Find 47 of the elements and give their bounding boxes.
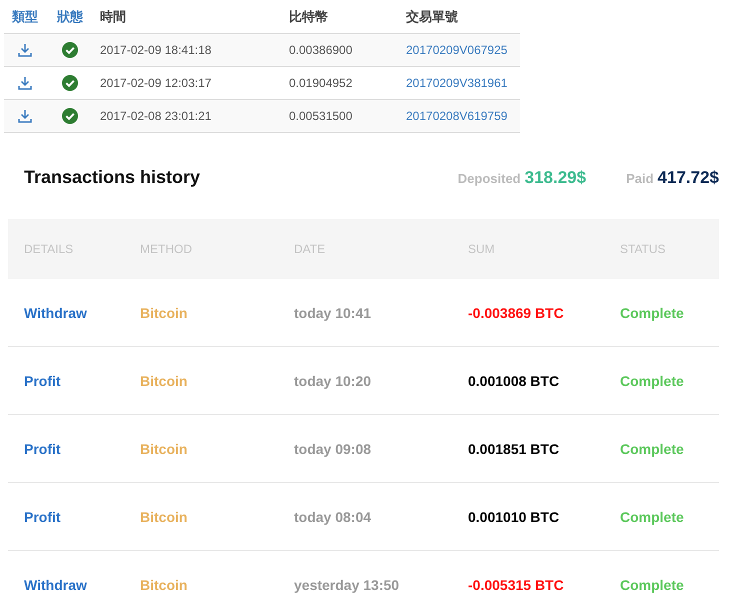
deposited-label: Deposited — [458, 170, 521, 186]
sum-cell-text: 0.001008 BTC — [468, 372, 560, 388]
method-cell-text: Bitcoin — [140, 508, 188, 524]
amount-cell-text: 0.00386900 — [288, 43, 354, 57]
column-header: 比特幣 — [288, 8, 328, 26]
time-cell-text: 2017-02-09 12:03:17 — [99, 76, 212, 90]
sum-cell-text: -0.005315 BTC — [468, 576, 565, 592]
details-cell-text: Withdraw — [24, 576, 88, 592]
deposited-amount: 318.29$ — [524, 168, 586, 188]
details-cell-text: Profit — [24, 372, 62, 388]
column-header: 時間 — [99, 8, 126, 26]
column-header: 類型 — [12, 8, 38, 26]
details-cell-text: Profit — [24, 440, 62, 456]
order-id-link[interactable]: 20170209V381961 — [400, 76, 520, 90]
sum-cell-text: -0.003869 BTC — [468, 304, 565, 320]
sum-cell-text: 0.001010 BTC — [468, 508, 560, 524]
method-cell-text: Bitcoin — [140, 304, 188, 320]
status-cell-text: Complete — [620, 440, 685, 456]
column-header: 交易單號 — [405, 8, 458, 26]
amount-cell-text: 0.01904952 — [288, 76, 354, 90]
date-cell-text: today 10:41 — [294, 304, 372, 320]
download-icon[interactable] — [17, 75, 33, 91]
date-cell-text: yesterday 13:50 — [294, 576, 400, 592]
time-cell-text: 2017-02-09 18:41:18 — [99, 43, 212, 57]
download-icon[interactable] — [17, 42, 33, 58]
status-cell-text: Complete — [620, 576, 685, 592]
paid-label: Paid — [626, 170, 654, 186]
paid-amount: 417.72$ — [658, 168, 719, 188]
sum-cell-text: 0.001851 BTC — [468, 440, 560, 456]
details-cell-text: Profit — [24, 508, 62, 524]
amount-cell-text: 0.00531500 — [288, 109, 354, 123]
date-cell-text: today 09:08 — [294, 440, 372, 456]
method-cell-text: Bitcoin — [140, 440, 188, 456]
details-cell-text: Withdraw — [24, 304, 88, 320]
date-cell-text: today 10:20 — [294, 372, 372, 388]
status-cell-text: Complete — [620, 508, 685, 524]
section-title: Transactions history — [24, 167, 202, 188]
method-cell-text: Bitcoin — [140, 372, 188, 388]
order-id-link[interactable]: 20170208V619759 — [400, 109, 520, 123]
download-icon[interactable] — [17, 108, 33, 124]
time-cell-text: 2017-02-08 23:01:21 — [99, 109, 212, 123]
column-header: 狀態 — [57, 8, 83, 26]
order-id-link[interactable]: 20170209V067925 — [400, 43, 520, 57]
status-cell-text: Complete — [620, 372, 685, 388]
method-cell-text: Bitcoin — [140, 576, 188, 592]
status-cell-text: Complete — [620, 304, 685, 320]
date-cell-text: today 08:04 — [294, 508, 372, 524]
